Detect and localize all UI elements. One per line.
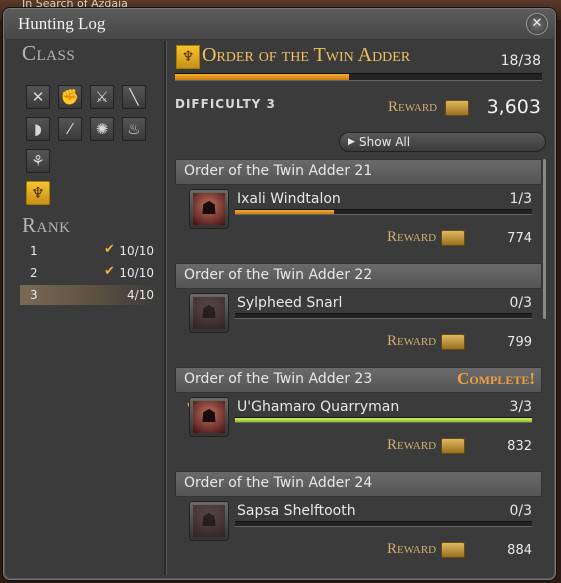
rank-number: 2 xyxy=(30,266,38,280)
reward-chest-icon xyxy=(441,438,465,454)
archer-bow-icon[interactable]: ◗ xyxy=(26,117,50,141)
monster-name: Ixali Windtalon xyxy=(237,191,341,207)
show-all-label: Show All xyxy=(359,135,411,149)
scrollbar[interactable] xyxy=(543,159,546,319)
complete-badge: Complete! xyxy=(457,369,535,388)
monster-name: Sapsa Shelftooth xyxy=(237,503,356,519)
section-reward-label: Reward xyxy=(387,541,437,557)
overall-progress-count: 18/38 xyxy=(500,53,541,69)
section-title: Order of the Twin Adder 23 xyxy=(184,371,373,387)
monster-portrait: ☗ xyxy=(193,401,225,433)
monster-silhouette: ☗ xyxy=(200,406,218,427)
section-reward-value: 832 xyxy=(507,439,532,454)
monster-kill-count: 0/3 xyxy=(509,503,532,519)
marauder-axes-icon[interactable]: ⚔ xyxy=(90,85,114,109)
monster-kill-count: 0/3 xyxy=(509,295,532,311)
conjurer-flame-icon[interactable]: ♨ xyxy=(122,117,146,141)
right-panel: ♆ Order of the Twin Adder 18/38 DIFFICUL… xyxy=(169,39,553,577)
thaumaturge-icon[interactable]: ✺ xyxy=(90,117,114,141)
section-header[interactable]: Order of the Twin Adder 22 xyxy=(175,263,542,289)
section-reward-value: 884 xyxy=(507,543,532,558)
monster-name: U'Ghamaro Quarryman xyxy=(237,399,400,415)
rank-row-2[interactable]: 2 ✔ 10/10 xyxy=(20,263,156,283)
grand-company-twin-adder-icon[interactable]: ♆ xyxy=(26,181,50,205)
difficulty-label: DIFFICULTY 3 xyxy=(175,97,276,111)
monster-silhouette: ☗ xyxy=(200,198,218,219)
reward-chest-icon xyxy=(441,334,465,350)
hunting-entry-list[interactable]: Order of the Twin Adder 21 ☗ Ixali Windtal… xyxy=(175,159,542,575)
play-triangle-icon: ▶ xyxy=(348,137,355,147)
rank-number: 1 xyxy=(30,244,38,258)
rank-row-3[interactable]: 3 4/10 xyxy=(20,285,156,305)
rank-progress: 4/10 xyxy=(127,288,154,302)
section-header[interactable]: Order of the Twin Adder 24 xyxy=(175,471,542,497)
section-title: Order of the Twin Adder 24 xyxy=(184,475,373,491)
section-reward-label: Reward xyxy=(387,333,437,349)
rank-header: Rank xyxy=(22,213,71,237)
rank-complete-check-icon: ✔ xyxy=(104,242,115,257)
section-header[interactable]: Order of the Twin Adder 21 xyxy=(175,159,542,185)
close-icon[interactable]: ✕ xyxy=(526,13,548,35)
monster-silhouette: ☗ xyxy=(200,510,218,531)
monster-progress-bar xyxy=(235,521,532,527)
rank-row-1[interactable]: 1 ✔ 10/10 xyxy=(20,241,156,261)
overall-progress-fill xyxy=(175,74,349,80)
kobold-monster-icon[interactable]: ☗ xyxy=(189,397,229,437)
monster-kill-count: 3/3 xyxy=(509,399,532,415)
section-reward-label: Reward xyxy=(387,437,437,453)
section-reward-value: 774 xyxy=(507,231,532,246)
rank-progress: 10/10 xyxy=(119,266,154,280)
monster-progress-bar xyxy=(235,313,532,319)
section-title: Order of the Twin Adder 22 xyxy=(184,267,373,283)
total-reward-label: Reward xyxy=(388,99,438,115)
monster-progress-fill xyxy=(235,418,532,422)
window-title: Hunting Log xyxy=(18,14,106,33)
show-all-button[interactable]: ▶ Show All xyxy=(339,132,546,152)
grand-company-name: Order of the Twin Adder xyxy=(202,44,411,66)
rank-number: 3 xyxy=(30,288,38,302)
ixali-monster-icon[interactable]: ☗ xyxy=(189,189,229,229)
title-bar[interactable]: Hunting Log ✕ xyxy=(4,9,555,39)
monster-progress-bar xyxy=(235,417,532,423)
arcanist-icon[interactable]: ⚘ xyxy=(26,149,50,173)
sylph-monster-icon[interactable]: ☗ xyxy=(189,293,229,333)
section-reward-value: 799 xyxy=(507,335,532,350)
reward-chest-icon xyxy=(445,100,469,116)
monster-portrait: ☗ xyxy=(193,193,225,225)
rank-complete-check-icon: ✔ xyxy=(104,264,115,279)
monster-progress-fill xyxy=(235,210,334,214)
lancer-spear-icon[interactable]: ╲ xyxy=(122,85,146,109)
twin-adder-icon: ♆ xyxy=(176,45,200,69)
section-reward-label: Reward xyxy=(387,229,437,245)
class-header: Class xyxy=(22,41,76,65)
gladiator-crossed-swords-icon[interactable]: ✕ xyxy=(26,85,50,109)
pugilist-fist-icon[interactable]: ✊ xyxy=(58,85,82,109)
overall-progress-bar xyxy=(175,73,542,81)
monster-portrait: ☗ xyxy=(193,505,225,537)
rogue-daggers-icon[interactable]: ⁄ xyxy=(58,117,82,141)
monster-progress-bar xyxy=(235,209,532,215)
monster-kill-count: 1/3 xyxy=(509,191,532,207)
section-header[interactable]: Order of the Twin Adder 23 Complete! xyxy=(175,367,542,393)
section-title: Order of the Twin Adder 21 xyxy=(184,163,373,179)
rank-progress: 10/10 xyxy=(119,244,154,258)
monster-silhouette: ☗ xyxy=(200,302,218,323)
panel-divider xyxy=(164,41,167,575)
monster-name: Sylpheed Snarl xyxy=(237,295,343,311)
monster-portrait: ☗ xyxy=(193,297,225,329)
reward-chest-icon xyxy=(441,542,465,558)
amaljaa-monster-icon[interactable]: ☗ xyxy=(189,501,229,541)
total-reward-value: 3,603 xyxy=(486,96,541,118)
left-panel: Class ✕ ✊ ⚔ ╲ ◗ ⁄ ✺ ♨ ⚘ ♆ Rank 1 ✔ 10/10 2 ✔ 10/10 3 4/1… xyxy=(4,39,164,577)
reward-chest-icon xyxy=(441,230,465,246)
hunting-log-window: Hunting Log ✕ Class ✕ ✊ ⚔ ╲ ◗ ⁄ ✺ ♨ ⚘ ♆ Rank 1 ✔ 10… xyxy=(3,8,556,580)
